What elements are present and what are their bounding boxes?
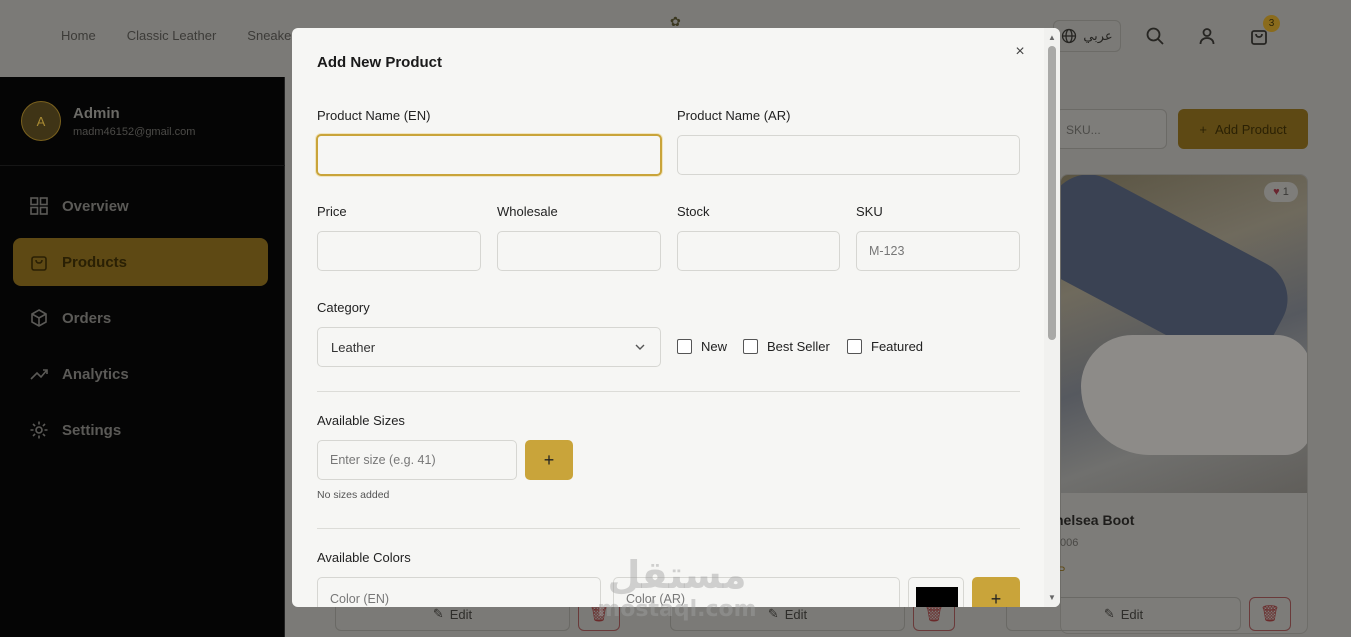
color-swatch-fill [916,587,958,607]
color-en-input[interactable] [317,577,601,607]
like-count: 1 [1282,186,1289,198]
heart-icon: ♥ [1273,186,1280,198]
close-icon[interactable]: × [1012,44,1028,60]
like-badge[interactable]: ♥ 1 [1264,182,1298,202]
trend-icon [30,369,48,380]
product-image [1061,175,1307,493]
admin-sidebar: A Admin madm46152@gmail.com Overview Pro… [0,77,285,637]
stock-input[interactable] [677,231,840,271]
checkbox-label: Best Seller [767,339,830,354]
edit-icon: ✎ [1103,606,1115,621]
user-icon[interactable] [1197,26,1217,46]
stock-label: Stock [677,204,710,219]
best-seller-checkbox[interactable]: Best Seller [743,339,830,354]
language-toggle-button[interactable]: عربي [1053,20,1121,52]
checkbox-box[interactable] [677,339,692,354]
colors-label: Available Colors [317,550,411,565]
scroll-up-icon[interactable]: ▲ [1048,33,1056,42]
scrollbar-thumb[interactable] [1048,46,1056,340]
nav-home[interactable]: Home [61,28,96,43]
cart-count-badge: 3 [1263,15,1280,32]
sidebar-item-analytics[interactable]: Analytics [13,350,268,398]
sidebar-item-overview[interactable]: Overview [13,182,268,230]
chevron-down-icon [635,344,645,350]
product-name-ar-label: Product Name (AR) [677,108,791,123]
sku-search-input[interactable]: SKU... [1055,109,1167,149]
category-label: Category [317,300,370,315]
product-name-ar-input[interactable] [677,135,1020,175]
edit-label: Edit [1120,606,1144,622]
sidebar-item-label: Products [62,253,128,271]
sidebar-item-label: Settings [62,421,122,439]
color-ar-input[interactable] [613,577,900,607]
featured-checkbox[interactable]: Featured [847,339,923,354]
checkbox-box[interactable] [743,339,758,354]
main-nav: Home Classic Leather Sneake [61,28,291,43]
admin-profile: A Admin madm46152@gmail.com [0,77,285,166]
add-product-modal: Add New Product × Product Name (EN) Prod… [292,28,1060,607]
language-label: عربي [1083,28,1113,43]
add-product-label: Add Product [1215,121,1287,137]
add-color-button[interactable]: + [972,577,1020,607]
sidebar-item-settings[interactable]: Settings [13,406,268,454]
product-card[interactable] [1060,174,1308,634]
avatar: A [21,101,61,141]
wholesale-input[interactable] [497,231,661,271]
checkbox-label: Featured [871,339,924,354]
product-name-en-label: Product Name (EN) [317,108,431,123]
price-input[interactable] [317,231,481,271]
edit-label: Edit [449,606,473,622]
wholesale-label: Wholesale [497,204,558,219]
no-sizes-text: No sizes added [317,489,390,501]
sizes-label: Available Sizes [317,413,405,428]
sku-label: SKU [856,204,883,219]
gear-icon [30,421,48,439]
sku-input[interactable] [856,231,1020,271]
add-product-button[interactable]: + Add Product [1178,109,1308,149]
divider [317,391,1020,392]
checkbox-label: New [701,339,728,354]
plus-icon: + [1199,121,1208,137]
delete-button[interactable]: 🗑 [1249,597,1291,631]
product-card-sku: 006 [1060,537,1079,549]
trash-icon: 🗑 [1259,606,1281,623]
size-input[interactable] [317,440,517,480]
sidebar-item-label: Orders [62,309,112,327]
globe-icon [1062,28,1077,44]
edit-icon: ✎ [432,606,444,621]
modal-title: Add New Product [317,54,443,71]
search-icon[interactable] [1145,26,1165,46]
product-name-en-input[interactable] [316,134,662,176]
sidebar-item-label: Analytics [62,365,129,383]
add-size-button[interactable]: + [525,440,573,480]
price-label: Price [317,204,347,219]
checkbox-box[interactable] [847,339,862,354]
sidebar-item-label: Overview [62,197,129,215]
category-value: Leather [331,339,376,355]
trash-icon: 🗑 [588,606,610,623]
trash-icon: 🗑 [923,606,945,623]
logo-icon[interactable]: ✿ [670,14,692,29]
category-select[interactable]: Leather [317,327,661,367]
product-card-title: helsea Boot [1055,512,1135,528]
color-picker[interactable] [908,577,964,607]
new-checkbox[interactable]: New [677,339,727,354]
bag-icon [31,256,47,271]
divider [317,528,1020,529]
sidebar-item-orders[interactable]: Orders [13,294,268,342]
edit-icon: ✎ [767,606,779,621]
admin-name: Admin [73,105,120,122]
grid-icon [30,197,48,215]
nav-classic-leather[interactable]: Classic Leather [127,28,217,43]
nav-sneakers[interactable]: Sneake [247,28,291,43]
edit-label: Edit [784,606,808,622]
modal-scrollbar[interactable]: ▲ ▼ [1044,28,1060,607]
scroll-down-icon[interactable]: ▼ [1048,593,1056,602]
admin-email: madm46152@gmail.com [73,126,196,138]
box-icon [31,309,47,327]
sidebar-item-products[interactable]: Products [13,238,268,286]
